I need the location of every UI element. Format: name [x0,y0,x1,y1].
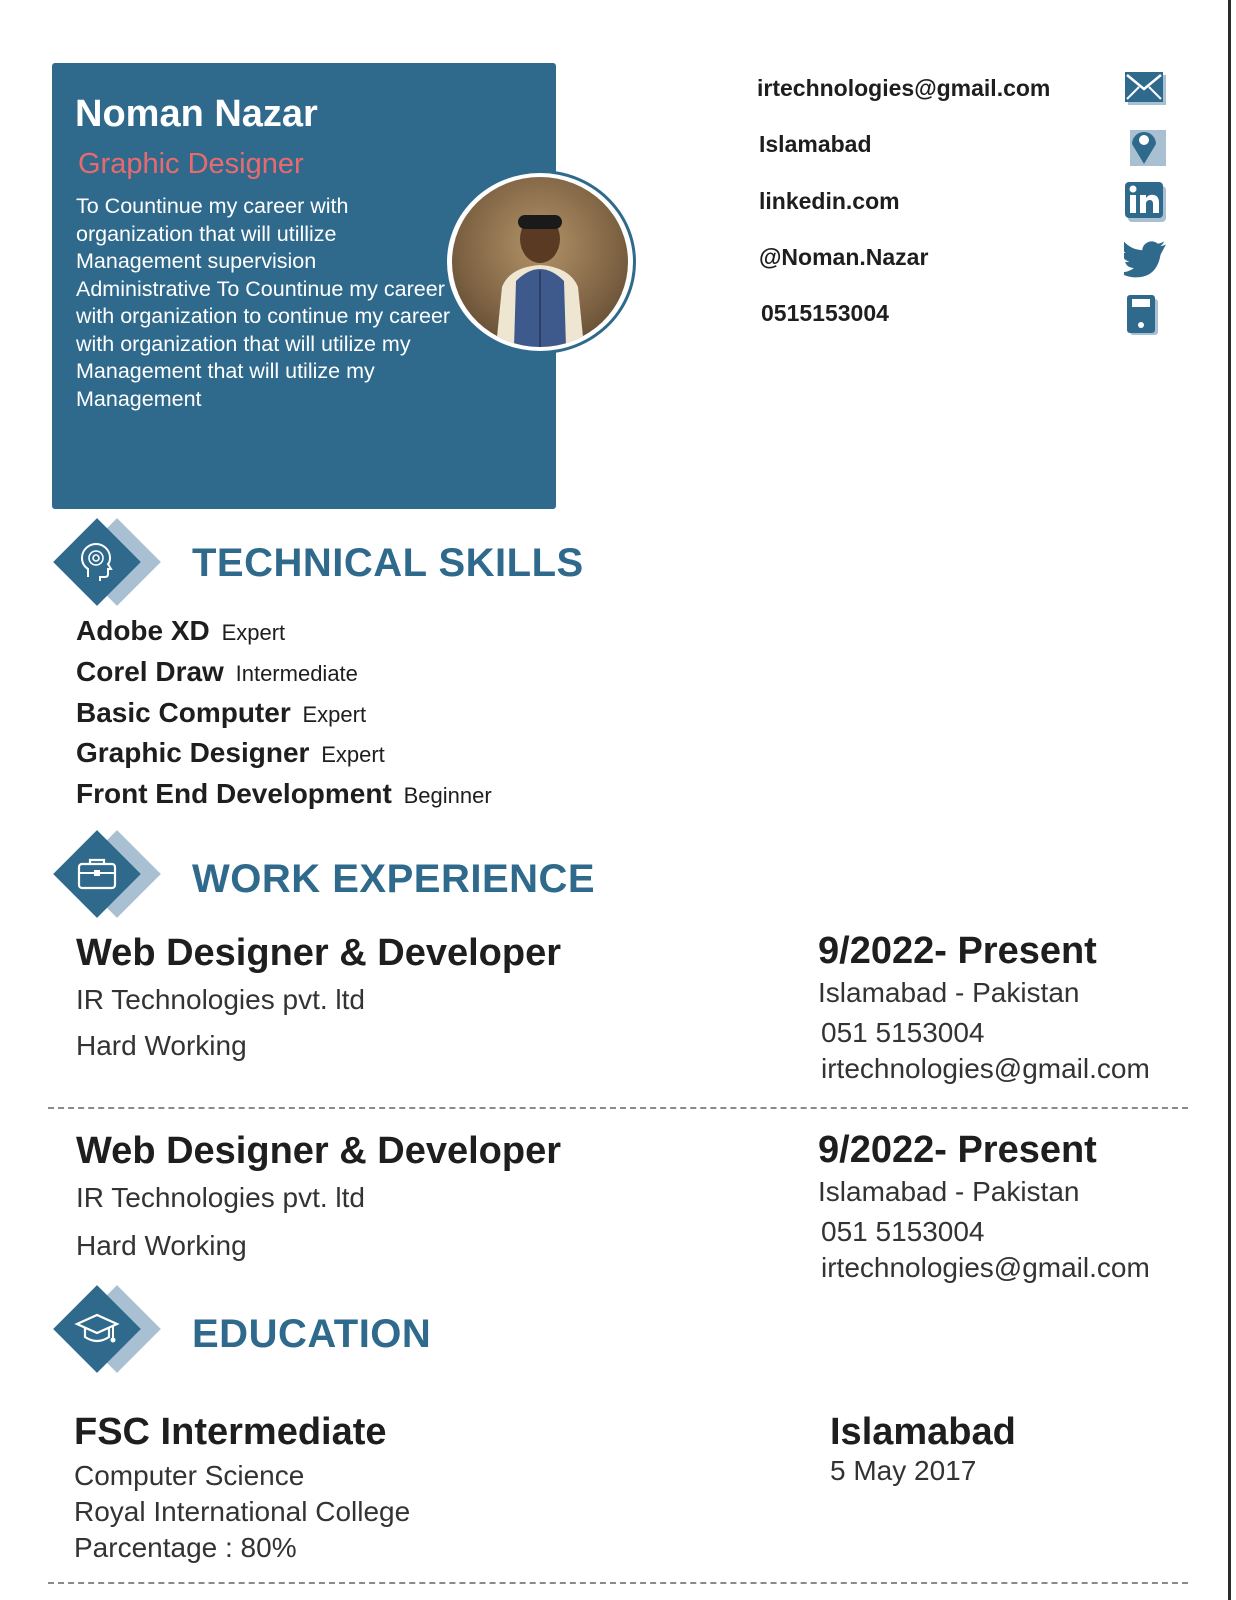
contact-twitter[interactable]: @Noman.Nazar [759,244,928,271]
job-note: Hard Working [76,1030,247,1061]
contact-email[interactable]: irtechnologies@gmail.com [757,75,1050,102]
education-school: Royal International College [74,1496,411,1527]
education-city: Islamabad [830,1411,1016,1453]
job-phone: 051 5153004 [821,1216,985,1247]
profile-name: Noman Nazar [75,93,318,135]
twitter-icon [1118,237,1168,281]
job-date: 9/2022- Present [818,930,1097,972]
education-degree: FSC Intermediate [74,1411,387,1453]
contact-phone[interactable]: 0515153004 [761,300,889,327]
job-location: Islamabad - Pakistan [818,1176,1080,1207]
linkedin-icon [1124,180,1168,224]
job-phone: 051 5153004 [821,1017,985,1048]
job-email: irtechnologies@gmail.com [821,1252,1150,1283]
divider [48,1582,1188,1584]
skill-item: Front End Development Beginner [76,778,492,809]
skill-item: Adobe XD Expert [76,615,286,646]
job-title: Web Designer & Developer [76,932,562,974]
skill-item: Graphic Designer Expert [76,737,385,768]
profile-title: Graphic Designer [78,148,304,180]
job-company: IR Technologies pvt. ltd [76,984,365,1015]
skill-item: Corel Draw Intermediate [76,656,358,687]
experience-heading: WORK EXPERIENCE [192,857,596,901]
contact-location: Islamabad [759,131,872,157]
page-edge-line [1228,0,1231,1600]
location-pin-icon [1124,124,1168,168]
skill-item: Basic Computer Expert [76,697,367,728]
divider [48,1107,1188,1109]
job-title: Web Designer & Developer [76,1130,562,1172]
briefcase-icon [74,851,120,897]
job-location: Islamabad - Pakistan [818,977,1080,1008]
job-email: irtechnologies@gmail.com [821,1053,1150,1084]
job-company: IR Technologies pvt. ltd [76,1182,365,1213]
phone-icon [1124,293,1168,337]
skills-heading: TECHNICAL SKILLS [192,541,584,585]
profile-summary: To Countinue my career with organization… [76,194,451,411]
graduation-cap-icon [74,1306,120,1352]
contact-linkedin[interactable]: linkedin.com [759,188,900,215]
brain-icon [74,539,120,585]
education-heading: EDUCATION [192,1312,432,1356]
education-date: 5 May 2017 [830,1455,977,1486]
job-date: 9/2022- Present [818,1129,1097,1171]
education-percentage: Parcentage : 80% [74,1532,297,1563]
mail-icon [1124,67,1168,111]
avatar [452,177,628,347]
education-field: Computer Science [74,1460,305,1491]
job-note: Hard Working [76,1230,247,1261]
